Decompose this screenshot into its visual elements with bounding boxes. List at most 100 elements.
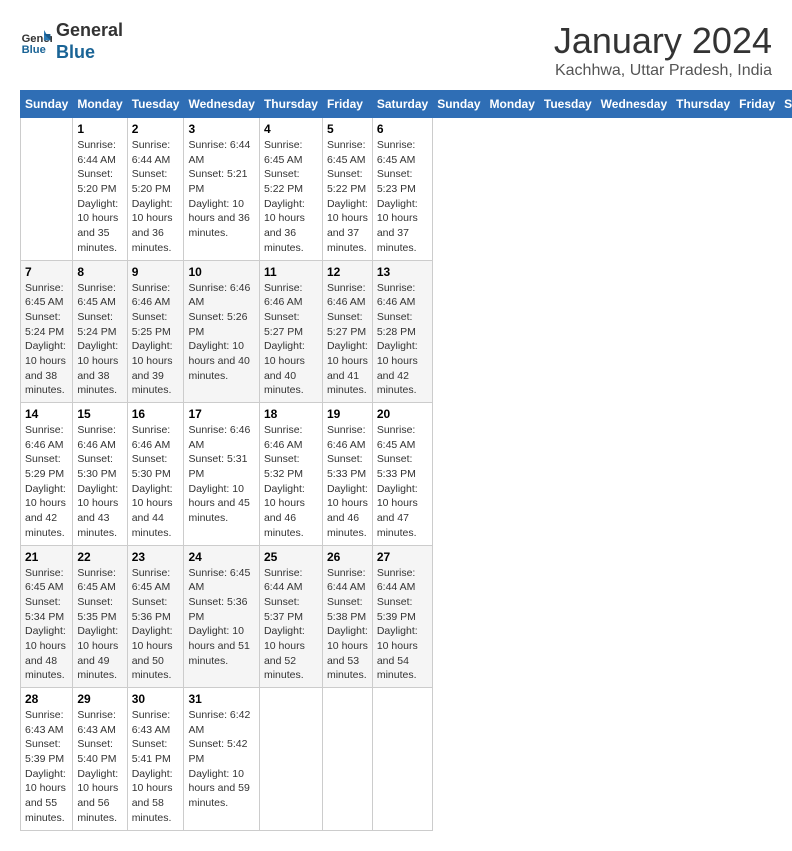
calendar-cell: 11 Sunrise: 6:46 AMSunset: 5:27 PMDayligh… — [259, 260, 322, 403]
day-info: Sunrise: 6:42 AMSunset: 5:42 PMDaylight:… — [188, 708, 254, 811]
day-info: Sunrise: 6:46 AMSunset: 5:33 PMDaylight:… — [327, 423, 368, 541]
svg-text:Blue: Blue — [22, 44, 46, 56]
calendar-cell: 21Sunrise: 6:45 AMSunset: 5:34 PMDayligh… — [21, 545, 73, 688]
day-number: 4 — [264, 122, 318, 136]
day-number: 5 — [327, 122, 368, 136]
header-wednesday: Wednesday — [184, 91, 259, 118]
day-number: 19 — [327, 407, 368, 421]
day-number: 20 — [377, 407, 428, 421]
day-info: Sunrise: 6:46 AMSunset: 5:28 PMDaylight:… — [377, 281, 428, 399]
day-info: Sunrise: 6:46 AMSunset: 5:29 PMDaylight:… — [25, 423, 68, 541]
day-info: Sunrise: 6:46 AMSunset: 5:25 PMDaylight:… — [132, 281, 180, 399]
calendar-cell: 23 Sunrise: 6:45 AMSunset: 5:36 PMDayligh… — [127, 545, 184, 688]
day-info: Sunrise: 6:46 AMSunset: 5:30 PMDaylight:… — [132, 423, 180, 541]
day-number: 6 — [377, 122, 428, 136]
logo-text-general: General — [56, 20, 123, 42]
day-info: Sunrise: 6:44 AMSunset: 5:20 PMDaylight:… — [77, 138, 122, 256]
title-section: January 2024 Kachhwa, Uttar Pradesh, Ind… — [554, 20, 772, 80]
header-monday: Monday — [73, 91, 127, 118]
header-friday: Friday — [322, 91, 372, 118]
calendar-table: SundayMondayTuesdayWednesdayThursdayFrid… — [20, 90, 792, 831]
calendar-cell: 4 Sunrise: 6:45 AMSunset: 5:22 PMDaylight… — [259, 118, 322, 261]
calendar-cell: 31 Sunrise: 6:42 AMSunset: 5:42 PMDayligh… — [184, 688, 259, 831]
calendar-cell — [21, 118, 73, 261]
day-number: 16 — [132, 407, 180, 421]
calendar-cell — [372, 688, 432, 831]
header-thursday: Thursday — [672, 91, 735, 118]
calendar-cell: 10 Sunrise: 6:46 AMSunset: 5:26 PMDayligh… — [184, 260, 259, 403]
calendar-cell: 5Sunrise: 6:45 AMSunset: 5:22 PMDaylight… — [322, 118, 372, 261]
day-number: 15 — [77, 407, 122, 421]
day-number: 12 — [327, 265, 368, 279]
day-info: Sunrise: 6:45 AMSunset: 5:36 PMDaylight:… — [132, 566, 180, 684]
day-info: Sunrise: 6:46 AMSunset: 5:30 PMDaylight:… — [77, 423, 122, 541]
calendar-cell: 18 Sunrise: 6:46 AMSunset: 5:32 PMDayligh… — [259, 403, 322, 546]
header-saturday: Saturday — [372, 91, 432, 118]
calendar-cell: 1 Sunrise: 6:44 AMSunset: 5:20 PMDaylight… — [73, 118, 127, 261]
calendar-cell: 3 Sunrise: 6:44 AMSunset: 5:21 PMDaylight… — [184, 118, 259, 261]
day-info: Sunrise: 6:43 AMSunset: 5:40 PMDaylight:… — [77, 708, 122, 826]
calendar-cell: 12 Sunrise: 6:46 AMSunset: 5:27 PMDayligh… — [322, 260, 372, 403]
calendar-cell: 17 Sunrise: 6:46 AMSunset: 5:31 PMDayligh… — [184, 403, 259, 546]
calendar-cell: 8 Sunrise: 6:45 AMSunset: 5:24 PMDaylight… — [73, 260, 127, 403]
header-friday: Friday — [735, 91, 780, 118]
month-title: January 2024 — [554, 20, 772, 62]
header-saturday: Saturday — [780, 91, 792, 118]
calendar-cell: 9 Sunrise: 6:46 AMSunset: 5:25 PMDaylight… — [127, 260, 184, 403]
day-number: 18 — [264, 407, 318, 421]
calendar-cell: 29 Sunrise: 6:43 AMSunset: 5:40 PMDayligh… — [73, 688, 127, 831]
calendar-cell: 26Sunrise: 6:44 AMSunset: 5:38 PMDayligh… — [322, 545, 372, 688]
day-number: 17 — [188, 407, 254, 421]
calendar-cell — [322, 688, 372, 831]
calendar-cell: 7 Sunrise: 6:45 AMSunset: 5:24 PMDaylight… — [21, 260, 73, 403]
day-number: 3 — [188, 122, 254, 136]
calendar-cell: 19 Sunrise: 6:46 AMSunset: 5:33 PMDayligh… — [322, 403, 372, 546]
calendar-cell: 2Sunrise: 6:44 AMSunset: 5:20 PMDaylight… — [127, 118, 184, 261]
header-tuesday: Tuesday — [539, 91, 596, 118]
day-info: Sunrise: 6:45 AMSunset: 5:24 PMDaylight:… — [77, 281, 122, 399]
day-number: 23 — [132, 550, 180, 564]
header-tuesday: Tuesday — [127, 91, 184, 118]
day-info: Sunrise: 6:44 AMSunset: 5:38 PMDaylight:… — [327, 566, 368, 684]
day-number: 11 — [264, 265, 318, 279]
calendar-cell — [259, 688, 322, 831]
day-number: 13 — [377, 265, 428, 279]
day-info: Sunrise: 6:44 AMSunset: 5:21 PMDaylight:… — [188, 138, 254, 241]
header-sunday: Sunday — [433, 91, 485, 118]
day-number: 1 — [77, 122, 122, 136]
calendar-cell: 15 Sunrise: 6:46 AMSunset: 5:30 PMDayligh… — [73, 403, 127, 546]
day-number: 10 — [188, 265, 254, 279]
day-number: 27 — [377, 550, 428, 564]
day-number: 9 — [132, 265, 180, 279]
calendar-cell: 13 Sunrise: 6:46 AMSunset: 5:28 PMDayligh… — [372, 260, 432, 403]
calendar-cell: 25Sunrise: 6:44 AMSunset: 5:37 PMDayligh… — [259, 545, 322, 688]
day-info: Sunrise: 6:44 AMSunset: 5:39 PMDaylight:… — [377, 566, 428, 684]
day-info: Sunrise: 6:46 AMSunset: 5:27 PMDaylight:… — [327, 281, 368, 399]
day-number: 24 — [188, 550, 254, 564]
day-number: 22 — [77, 550, 122, 564]
day-info: Sunrise: 6:44 AMSunset: 5:37 PMDaylight:… — [264, 566, 318, 684]
calendar-week-0: 1 Sunrise: 6:44 AMSunset: 5:20 PMDaylight… — [21, 118, 792, 261]
calendar-week-3: 21Sunrise: 6:45 AMSunset: 5:34 PMDayligh… — [21, 545, 792, 688]
day-info: Sunrise: 6:46 AMSunset: 5:26 PMDaylight:… — [188, 281, 254, 384]
day-info: Sunrise: 6:45 AMSunset: 5:33 PMDaylight:… — [377, 423, 428, 541]
day-number: 29 — [77, 692, 122, 706]
day-info: Sunrise: 6:45 AMSunset: 5:22 PMDaylight:… — [264, 138, 318, 256]
calendar-cell: 20 Sunrise: 6:45 AMSunset: 5:33 PMDayligh… — [372, 403, 432, 546]
day-info: Sunrise: 6:45 AMSunset: 5:24 PMDaylight:… — [25, 281, 68, 399]
day-number: 31 — [188, 692, 254, 706]
day-number: 30 — [132, 692, 180, 706]
page-header: General Blue General Blue January 2024 K… — [20, 20, 772, 80]
calendar-header-row: SundayMondayTuesdayWednesdayThursdayFrid… — [21, 91, 792, 118]
logo: General Blue General Blue — [20, 20, 123, 63]
day-info: Sunrise: 6:45 AMSunset: 5:23 PMDaylight:… — [377, 138, 428, 256]
day-number: 7 — [25, 265, 68, 279]
day-info: Sunrise: 6:46 AMSunset: 5:32 PMDaylight:… — [264, 423, 318, 541]
calendar-cell: 14 Sunrise: 6:46 AMSunset: 5:29 PMDayligh… — [21, 403, 73, 546]
calendar-cell: 22Sunrise: 6:45 AMSunset: 5:35 PMDayligh… — [73, 545, 127, 688]
day-info: Sunrise: 6:43 AMSunset: 5:39 PMDaylight:… — [25, 708, 68, 826]
day-number: 8 — [77, 265, 122, 279]
day-info: Sunrise: 6:46 AMSunset: 5:27 PMDaylight:… — [264, 281, 318, 399]
day-info: Sunrise: 6:46 AMSunset: 5:31 PMDaylight:… — [188, 423, 254, 526]
day-number: 14 — [25, 407, 68, 421]
